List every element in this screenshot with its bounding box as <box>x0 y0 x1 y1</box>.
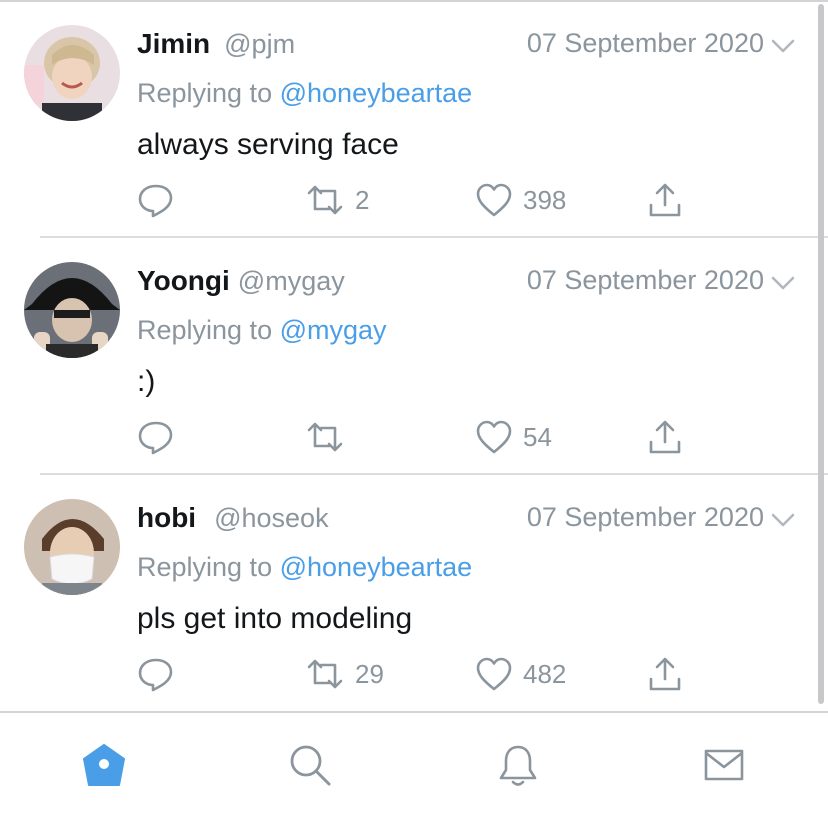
display-name[interactable]: Jimin <box>137 28 210 60</box>
display-name[interactable]: hobi <box>137 502 196 534</box>
share-button[interactable] <box>647 654 683 694</box>
tweet-date: 07 September 2020 <box>526 28 764 58</box>
avatar[interactable] <box>24 25 120 121</box>
like-button[interactable]: 482 <box>475 654 566 694</box>
tweet[interactable]: Jimin @pjm 07 September 2020 Replying to… <box>0 0 828 238</box>
mention-link[interactable]: @mygay <box>280 315 387 345</box>
tweet[interactable]: hobi @hoseok 07 September 2020 Replying … <box>0 474 828 711</box>
chevron-down-icon[interactable] <box>770 273 796 293</box>
retweet-icon <box>307 422 343 452</box>
share-button[interactable] <box>647 180 683 220</box>
retweet-count: 2 <box>355 184 370 215</box>
like-button[interactable]: 54 <box>475 417 552 457</box>
replying-prefix: Replying to <box>137 552 273 582</box>
replying-to: Replying to @mygay <box>137 315 387 346</box>
tweet-actions: 29 482 <box>137 654 697 694</box>
replying-prefix: Replying to <box>137 78 273 108</box>
share-button[interactable] <box>647 417 683 457</box>
replying-to: Replying to @honeybeartae <box>137 78 472 109</box>
reply-button[interactable] <box>137 180 175 220</box>
tweet-text: :) <box>137 365 156 398</box>
tweet-date: 07 September 2020 <box>526 265 764 295</box>
retweet-icon <box>307 659 343 689</box>
reply-icon <box>138 658 173 692</box>
tab-home[interactable] <box>80 741 128 789</box>
tab-bar <box>0 711 828 813</box>
tab-notifications[interactable] <box>494 741 542 789</box>
mention-link[interactable]: @honeybeartae <box>280 552 473 582</box>
mail-icon <box>704 749 744 781</box>
heart-icon <box>476 657 512 691</box>
reply-icon <box>138 184 173 218</box>
bell-icon <box>499 745 537 786</box>
tweet-date: 07 September 2020 <box>526 502 764 532</box>
display-name[interactable]: Yoongi <box>137 265 230 297</box>
search-icon <box>290 745 331 786</box>
avatar[interactable] <box>24 499 120 595</box>
retweet-icon <box>307 185 343 215</box>
reply-button[interactable] <box>137 654 175 694</box>
user-handle[interactable]: @hoseok <box>214 503 328 534</box>
user-handle[interactable]: @pjm <box>224 29 295 60</box>
share-icon <box>649 420 681 454</box>
heart-icon <box>476 183 512 217</box>
like-count: 54 <box>523 421 552 452</box>
scrollbar[interactable] <box>818 4 824 704</box>
retweet-button[interactable]: 29 <box>305 654 384 694</box>
tweet-text: pls get into modeling <box>137 602 413 635</box>
replying-prefix: Replying to <box>137 315 273 345</box>
mention-link[interactable]: @honeybeartae <box>280 78 473 108</box>
share-icon <box>649 657 681 691</box>
reply-icon <box>138 421 173 455</box>
share-icon <box>649 183 681 217</box>
like-count: 398 <box>523 184 567 215</box>
tab-messages[interactable] <box>700 741 748 789</box>
tweet[interactable]: Yoongi @mygay 07 September 2020 Replying… <box>0 237 828 475</box>
tweet-text: always serving face <box>137 128 399 161</box>
home-icon <box>83 744 125 786</box>
retweet-button[interactable] <box>305 417 355 457</box>
heart-icon <box>476 420 512 454</box>
retweet-count: 29 <box>355 658 384 689</box>
tab-search[interactable] <box>286 741 334 789</box>
like-button[interactable]: 398 <box>475 180 566 220</box>
retweet-button[interactable]: 2 <box>305 180 369 220</box>
user-handle[interactable]: @mygay <box>238 266 345 297</box>
reply-button[interactable] <box>137 417 175 457</box>
avatar[interactable] <box>24 262 120 358</box>
chevron-down-icon[interactable] <box>770 36 796 56</box>
tweet-actions: 54 <box>137 417 697 457</box>
like-count: 482 <box>523 658 567 689</box>
chevron-down-icon[interactable] <box>770 510 796 530</box>
tweet-actions: 2 398 <box>137 180 697 220</box>
replying-to: Replying to @honeybeartae <box>137 552 472 583</box>
